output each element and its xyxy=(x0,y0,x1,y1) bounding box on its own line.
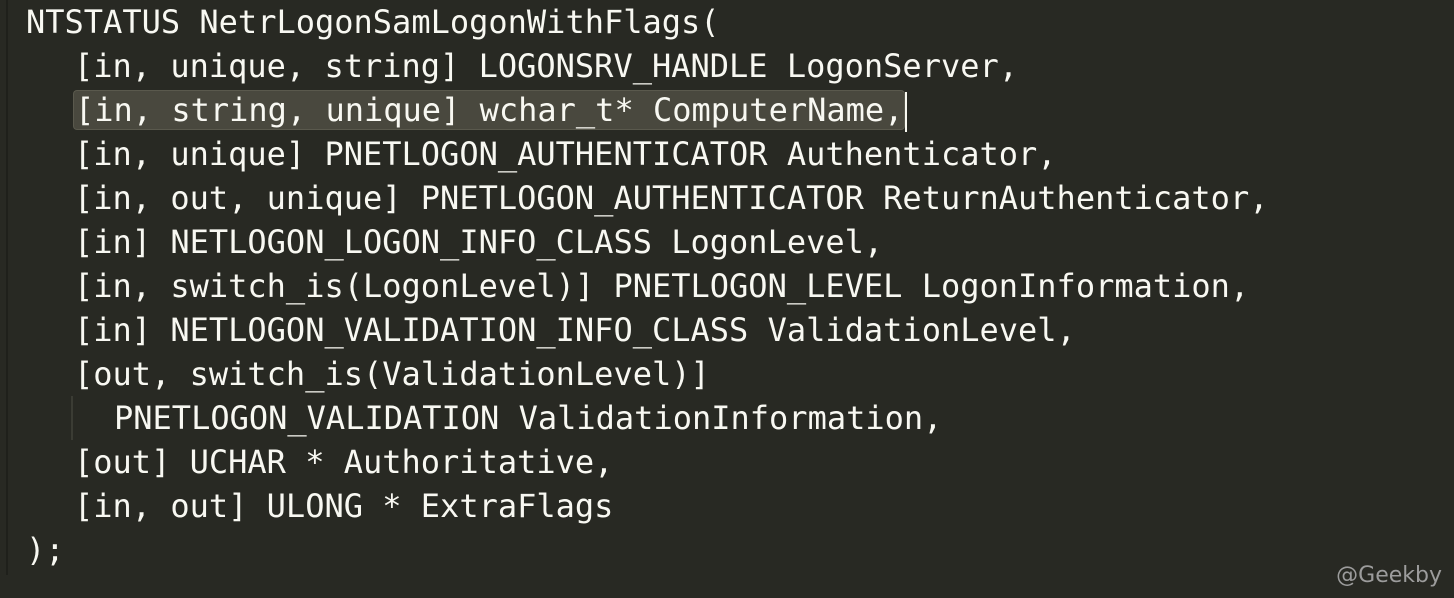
code-line-text: [out, switch_is(ValidationLevel)] xyxy=(74,355,710,393)
code-line-text: PNETLOGON_VALIDATION ValidationInformati… xyxy=(114,399,943,437)
code-line-12[interactable]: [in, out] ULONG * ExtraFlags xyxy=(26,484,1454,528)
code-line-3[interactable]: [in, string, unique] wchar_t* ComputerNa… xyxy=(26,88,1454,132)
code-line-9[interactable]: [out, switch_is(ValidationLevel)] xyxy=(26,352,1454,396)
code-line-text: ); xyxy=(26,531,65,569)
code-line-text: [in, unique, string] LOGONSRV_HANDLE Log… xyxy=(74,47,1019,85)
code-line-6[interactable]: [in] NETLOGON_LOGON_INFO_CLASS LogonLeve… xyxy=(26,220,1454,264)
code-line-1[interactable]: NTSTATUS NetrLogonSamLogonWithFlags( xyxy=(26,0,1454,44)
code-editor[interactable]: NTSTATUS NetrLogonSamLogonWithFlags( [in… xyxy=(0,0,1454,598)
text-cursor xyxy=(905,92,908,132)
code-line-text: [in] NETLOGON_VALIDATION_INFO_CLASS Vali… xyxy=(74,311,1076,349)
code-area[interactable]: NTSTATUS NetrLogonSamLogonWithFlags( [in… xyxy=(26,0,1454,572)
code-line-text: [in, out, unique] PNETLOGON_AUTHENTICATO… xyxy=(74,179,1269,217)
code-line-2[interactable]: [in, unique, string] LOGONSRV_HANDLE Log… xyxy=(26,44,1454,88)
code-line-11[interactable]: [out] UCHAR * Authoritative, xyxy=(26,440,1454,484)
code-line-13[interactable]: ); xyxy=(26,528,1454,572)
code-line-text: NTSTATUS NetrLogonSamLogonWithFlags( xyxy=(26,3,720,41)
code-line-text: [in, out] ULONG * ExtraFlags xyxy=(74,487,614,525)
code-line-text: [in, switch_is(LogonLevel)] PNETLOGON_LE… xyxy=(74,267,1250,305)
code-line-text: [in, string, unique] wchar_t* ComputerNa… xyxy=(75,91,904,129)
code-line-text: [in] NETLOGON_LOGON_INFO_CLASS LogonLeve… xyxy=(74,223,884,261)
code-line-10[interactable]: PNETLOGON_VALIDATION ValidationInformati… xyxy=(26,396,1454,440)
code-line-7[interactable]: [in, switch_is(LogonLevel)] PNETLOGON_LE… xyxy=(26,264,1454,308)
code-line-text: [out] UCHAR * Authoritative, xyxy=(74,443,614,481)
code-line-text: [in, unique] PNETLOGON_AUTHENTICATOR Aut… xyxy=(74,135,1057,173)
indent-guide xyxy=(71,396,73,440)
gutter-divider xyxy=(6,0,8,575)
code-line-8[interactable]: [in] NETLOGON_VALIDATION_INFO_CLASS Vali… xyxy=(26,308,1454,352)
watermark: @Geekby xyxy=(1336,563,1442,588)
code-line-4[interactable]: [in, unique] PNETLOGON_AUTHENTICATOR Aut… xyxy=(26,132,1454,176)
text-selection[interactable]: [in, string, unique] wchar_t* ComputerNa… xyxy=(74,91,905,129)
code-line-5[interactable]: [in, out, unique] PNETLOGON_AUTHENTICATO… xyxy=(26,176,1454,220)
